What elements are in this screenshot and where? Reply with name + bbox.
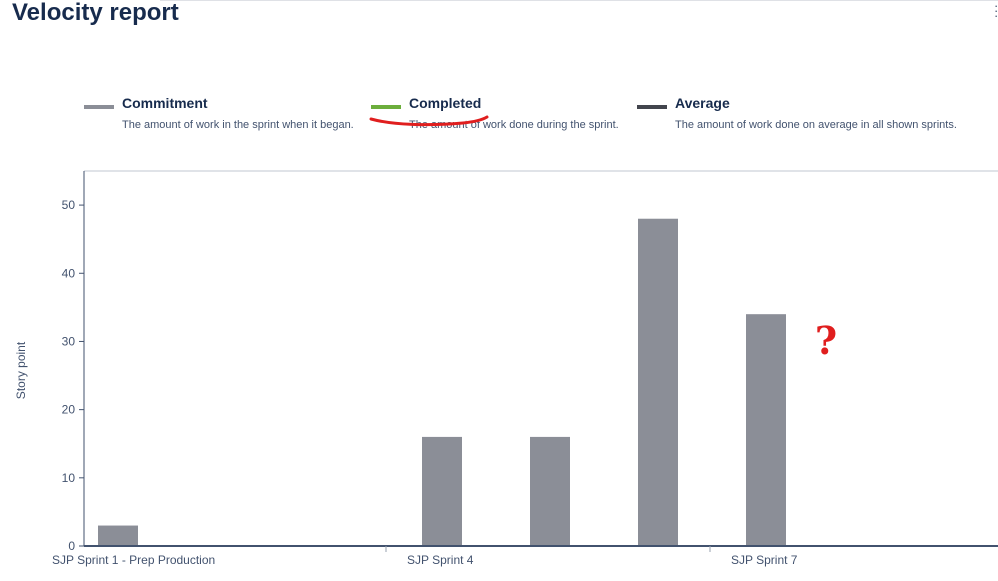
average-swatch-icon	[637, 105, 667, 109]
legend-description: The amount of work done during the sprin…	[409, 119, 619, 131]
bar-commitment	[422, 436, 462, 546]
legend-label: Average	[675, 95, 730, 111]
bar-commitment	[530, 436, 570, 546]
velocity-chart: 0 10 20 30 40 50 Story point SJP Sprint 1 - Pre…	[14, 170, 998, 567]
x-tick-label: SJP Sprint 7	[731, 553, 798, 567]
y-tick-label: 20	[62, 403, 76, 417]
page-title: Velocity report	[12, 0, 179, 26]
y-tick-label: 10	[62, 471, 76, 485]
y-axis-title: Story point	[14, 341, 28, 399]
x-tick-label: SJP Sprint 4	[407, 553, 474, 567]
legend-description: The amount of work in the sprint when it…	[122, 119, 354, 131]
y-tick-label: 0	[68, 539, 75, 553]
y-tick-label: 40	[62, 266, 76, 280]
x-tick-label: SJP Sprint 1 - Prep Production	[52, 553, 215, 567]
bar-commitment	[746, 314, 786, 546]
bar-commitment	[98, 525, 138, 546]
y-tick-label: 30	[62, 334, 76, 348]
more-options-icon[interactable]: · · ·	[994, 3, 998, 18]
commitment-swatch-icon	[84, 105, 114, 109]
legend-description: The amount of work done on average in al…	[675, 119, 957, 131]
legend-label: Commitment	[122, 95, 208, 111]
completed-swatch-icon	[371, 105, 401, 109]
y-tick-label: 50	[62, 198, 76, 212]
bar-commitment	[638, 218, 678, 546]
top-divider	[160, 0, 998, 1]
legend-label: Completed	[409, 95, 482, 111]
